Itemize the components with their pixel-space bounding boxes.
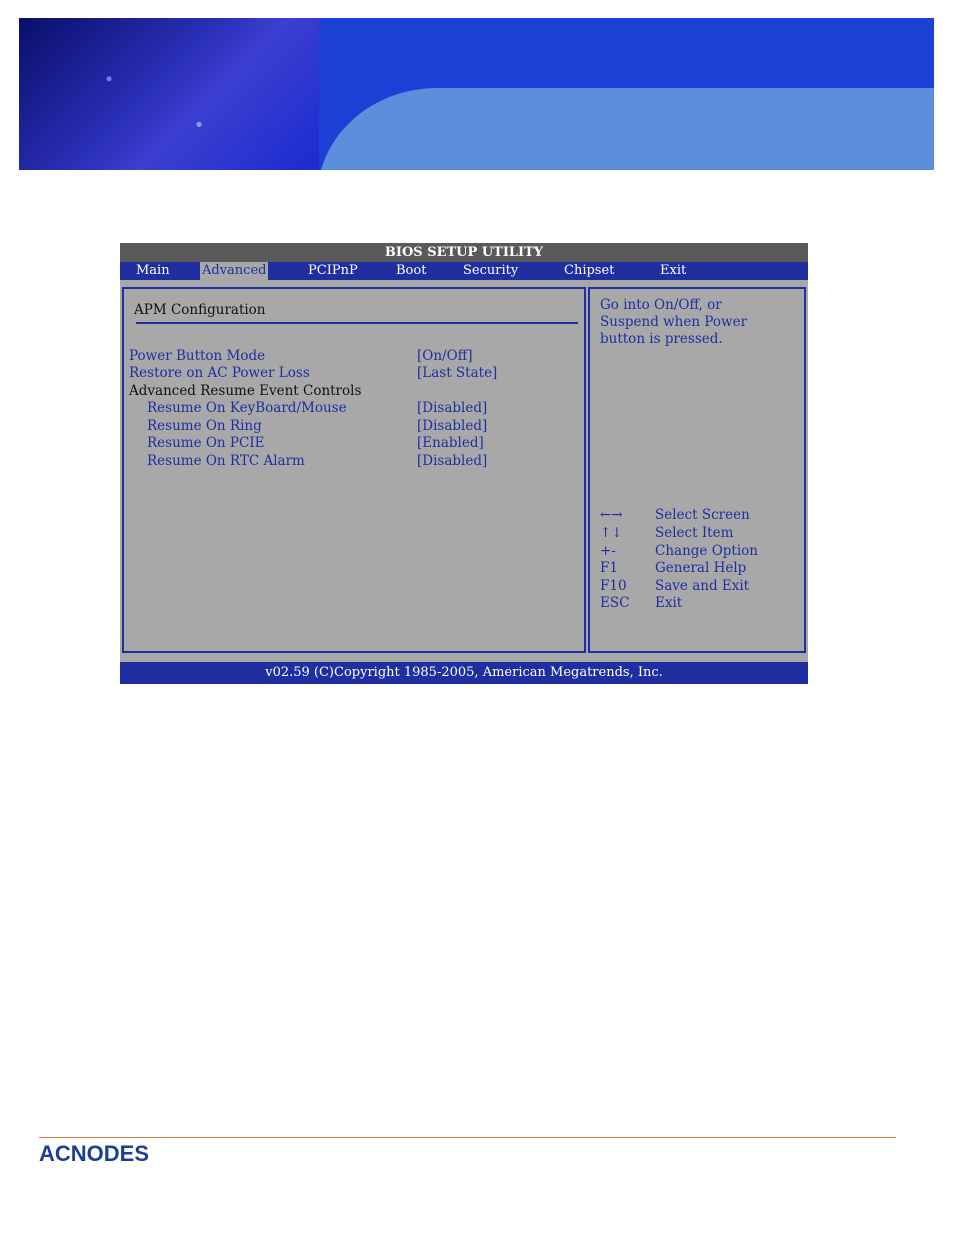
menu-exit[interactable]: Exit xyxy=(658,262,688,280)
setting-label-resume-pcie[interactable]: Resume On PCIE xyxy=(147,435,265,451)
help-panel: Go into On/Off, or Suspend when Power bu… xyxy=(588,287,806,653)
key-desc: Change Option xyxy=(655,543,758,559)
key-arrows-up-down: ↑↓ xyxy=(600,525,623,541)
setting-value-resume-pcie[interactable]: [Enabled] xyxy=(417,435,484,451)
key-desc: Exit xyxy=(655,595,683,611)
menu-chipset[interactable]: Chipset xyxy=(562,262,616,280)
footer-divider xyxy=(39,1137,896,1138)
menu-boot[interactable]: Boot xyxy=(394,262,428,280)
setting-label-resume-ring[interactable]: Resume On Ring xyxy=(147,418,262,434)
settings-panel: APM Configuration Power Button Mode [On/… xyxy=(122,287,586,653)
section-divider xyxy=(136,322,578,324)
header-banner xyxy=(19,18,934,170)
banner-curve xyxy=(317,88,934,170)
key-esc: ESC xyxy=(600,595,630,611)
key-f10: F10 xyxy=(600,578,627,594)
setting-label-restore-ac-power-loss[interactable]: Restore on AC Power Loss xyxy=(129,365,310,381)
key-desc: Select Screen xyxy=(655,507,750,523)
help-text-line: button is pressed. xyxy=(600,331,723,347)
key-desc: General Help xyxy=(655,560,747,576)
bios-setup-window: BIOS SETUP UTILITY Main Advanced PCIPnP … xyxy=(120,243,808,684)
key-desc: Save and Exit xyxy=(655,578,750,594)
setting-value-resume-ring[interactable]: [Disabled] xyxy=(417,418,487,434)
setting-value-resume-keyboard-mouse[interactable]: [Disabled] xyxy=(417,400,487,416)
circuit-board-image xyxy=(19,18,319,170)
setting-label-power-button-mode[interactable]: Power Button Mode xyxy=(129,348,265,364)
setting-value-power-button-mode[interactable]: [On/Off] xyxy=(417,348,473,364)
setting-value-resume-rtc-alarm[interactable]: [Disabled] xyxy=(417,453,487,469)
bios-title: BIOS SETUP UTILITY xyxy=(120,243,808,262)
key-arrows-left-right: ←→ xyxy=(600,507,623,523)
setting-label-resume-rtc-alarm[interactable]: Resume On RTC Alarm xyxy=(147,453,305,469)
bios-menu-bar: Main Advanced PCIPnP Boot Security Chips… xyxy=(120,262,808,280)
key-desc: Select Item xyxy=(655,525,734,541)
menu-pcipnp[interactable]: PCIPnP xyxy=(306,262,360,280)
key-plus-minus: +- xyxy=(600,543,616,559)
bios-copyright: v02.59 (C)Copyright 1985-2005, American … xyxy=(120,662,808,684)
setting-value-restore-ac-power-loss[interactable]: [Last State] xyxy=(417,365,497,381)
menu-advanced[interactable]: Advanced xyxy=(200,262,269,280)
menu-security[interactable]: Security xyxy=(461,262,520,280)
help-text-line: Suspend when Power xyxy=(600,314,748,330)
group-heading-resume-events: Advanced Resume Event Controls xyxy=(129,383,362,399)
key-f1: F1 xyxy=(600,560,618,576)
menu-main[interactable]: Main xyxy=(134,262,172,280)
acnodes-logo: ACNODES xyxy=(39,1141,150,1166)
setting-label-resume-keyboard-mouse[interactable]: Resume On KeyBoard/Mouse xyxy=(147,400,347,416)
help-text-line: Go into On/Off, or xyxy=(600,297,722,313)
section-title: APM Configuration xyxy=(134,302,266,318)
